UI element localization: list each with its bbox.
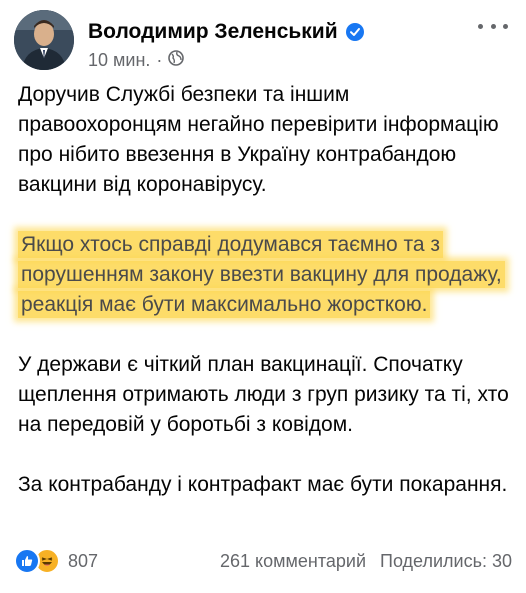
post-header: Володимир Зеленський 10 мин. ·	[14, 10, 512, 72]
reaction-count: 807	[68, 550, 99, 571]
author-name-row: Володимир Зеленський	[88, 20, 364, 44]
meta-separator: ·	[156, 50, 163, 70]
reactions-summary[interactable]: 807	[14, 548, 98, 574]
globe-icon[interactable]	[168, 50, 185, 71]
more-dot-icon	[503, 23, 508, 29]
post-meta: 10 мин. ·	[88, 50, 185, 71]
highlighted-text: Якщо хтось справді додумався таємно та з…	[18, 231, 505, 318]
post-paragraph-1: Доручив Службі безпеки та іншим правоохо…	[18, 80, 510, 200]
comments-count-link[interactable]: 261 комментарий	[220, 551, 366, 572]
shares-count-link[interactable]: Поделились: 30	[380, 551, 512, 572]
paragraph-text: У держави є чіткий план вакцинації. Споч…	[18, 353, 509, 436]
paragraph-text: За контрабанду і контрафакт має бути пок…	[18, 473, 508, 496]
post-footer: 807 261 комментарий Поделились: 30	[14, 546, 512, 576]
post-paragraph-3: У держави є чіткий план вакцинації. Споч…	[18, 350, 510, 440]
verified-badge-icon	[345, 23, 364, 41]
post-time[interactable]: 10 мин.	[88, 50, 150, 71]
post-body: Доручив Службі безпеки та іншим правоохо…	[18, 80, 510, 530]
avatar-photo	[14, 10, 74, 70]
post-paragraph-2-highlighted: Якщо хтось справді додумався таємно та з…	[18, 230, 510, 320]
more-dot-icon	[490, 23, 496, 29]
more-dot-icon	[478, 23, 483, 29]
like-icon	[14, 548, 40, 574]
avatar[interactable]	[14, 10, 74, 70]
more-options-button[interactable]	[478, 18, 508, 34]
author-name[interactable]: Володимир Зеленський	[88, 20, 338, 44]
paragraph-text: Доручив Службі безпеки та іншим правоохо…	[18, 83, 499, 196]
post-paragraph-4: За контрабанду і контрафакт має бути пок…	[18, 470, 510, 500]
